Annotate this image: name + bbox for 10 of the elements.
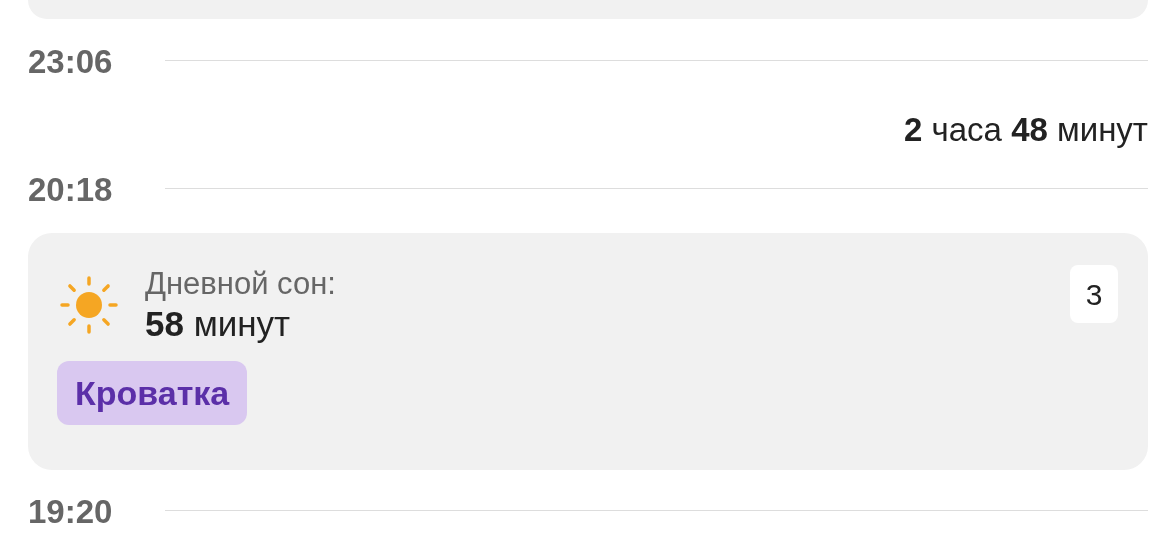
event-duration: 58 минут [145, 303, 291, 345]
time-label: 23:06 [28, 42, 114, 82]
time-label: 19:20 [28, 492, 114, 532]
duration-text: 2 часа 48 минут [904, 110, 1148, 150]
event-card[interactable]: Дневной сон: 58 минут 3 Кроватка [28, 233, 1148, 470]
event-title: Дневной сон: [145, 265, 336, 303]
time-label: 20:18 [28, 170, 114, 210]
location-tag: Кроватка [57, 361, 248, 425]
sun-icon [57, 273, 121, 337]
count-badge: 3 [1070, 265, 1118, 323]
